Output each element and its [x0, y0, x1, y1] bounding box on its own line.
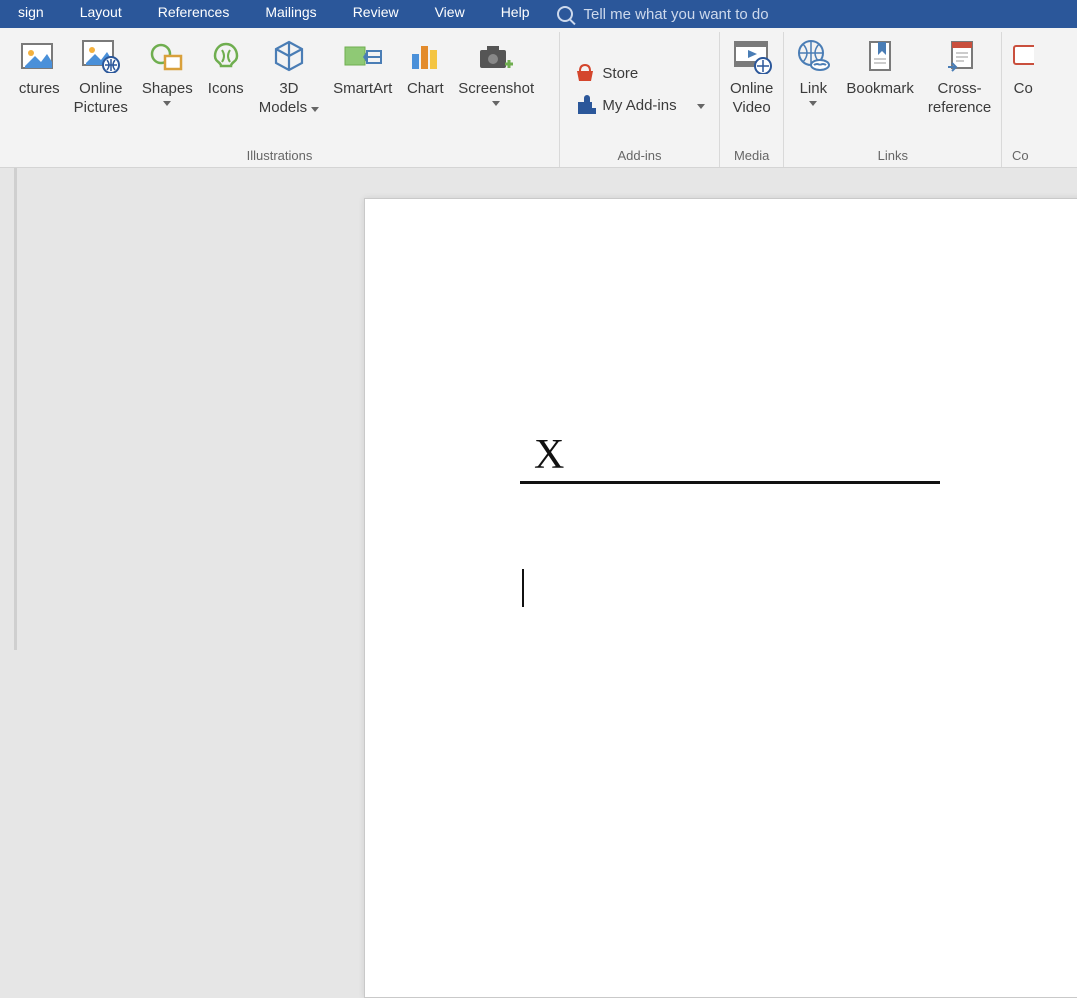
group-comments: Co Co	[1002, 32, 1038, 167]
group-label-media: Media	[734, 146, 769, 165]
link-label: Link	[800, 80, 828, 99]
screenshot-button[interactable]: Screenshot	[452, 32, 540, 106]
online-pictures-label2: Pictures	[74, 99, 128, 118]
tab-view[interactable]: View	[417, 0, 483, 28]
signature-line[interactable]: X	[520, 431, 940, 484]
crossref-label2: reference	[928, 99, 991, 118]
chevron-down-icon	[163, 101, 171, 106]
ribbon: ctures Online Pictures Shapes	[0, 28, 1077, 168]
online-pictures-icon	[81, 36, 121, 76]
comment-icon	[1012, 36, 1034, 76]
tab-design[interactable]: sign	[0, 0, 62, 28]
comment-button[interactable]: Co	[1006, 32, 1034, 99]
crossref-icon	[942, 36, 978, 76]
tell-me-search[interactable]	[547, 6, 843, 23]
my-addins-button[interactable]: My Add-ins	[570, 90, 708, 120]
bookmark-icon	[864, 36, 896, 76]
group-illustrations: ctures Online Pictures Shapes	[0, 32, 560, 167]
group-label-addins: Add-ins	[617, 146, 661, 165]
tab-layout[interactable]: Layout	[62, 0, 140, 28]
store-button[interactable]: Store	[570, 58, 642, 88]
pictures-button[interactable]: ctures	[13, 32, 66, 99]
bookmark-button[interactable]: Bookmark	[840, 32, 920, 99]
text-cursor	[522, 569, 524, 607]
video-icon	[731, 36, 773, 76]
store-icon	[574, 62, 596, 84]
icons-icon	[209, 36, 243, 76]
3d-models-button[interactable]: 3D Models	[253, 32, 325, 118]
cross-reference-button[interactable]: Cross- reference	[922, 32, 997, 118]
document-page[interactable]: X	[364, 198, 1077, 998]
online-video-label2: Video	[733, 99, 771, 118]
my-addins-label: My Add-ins	[602, 97, 676, 114]
smartart-label: SmartArt	[333, 80, 392, 99]
bookmark-label: Bookmark	[846, 80, 914, 99]
globe-link-icon	[794, 36, 832, 76]
ribbon-tabs-bar: sign Layout References Mailings Review V…	[0, 0, 1077, 28]
online-pictures-label1: Online	[79, 80, 122, 99]
addins-icon	[574, 94, 596, 116]
icons-button[interactable]: Icons	[201, 32, 251, 99]
document-canvas[interactable]: X	[0, 168, 1077, 650]
online-video-label1: Online	[730, 80, 773, 99]
group-label-comments: Co	[1012, 146, 1029, 165]
shapes-button[interactable]: Shapes	[136, 32, 199, 106]
icons-label: Icons	[208, 80, 244, 99]
chevron-down-icon	[697, 104, 705, 109]
ruler-edge	[14, 168, 17, 650]
screenshot-label: Screenshot	[458, 80, 534, 99]
store-label: Store	[602, 65, 638, 82]
camera-icon	[477, 36, 515, 76]
online-pictures-button[interactable]: Online Pictures	[68, 32, 134, 118]
group-media: Online Video Media	[720, 32, 784, 167]
group-label-illustrations: Illustrations	[247, 146, 313, 165]
tab-review[interactable]: Review	[335, 0, 417, 28]
tell-me-input[interactable]	[583, 6, 843, 23]
smartart-button[interactable]: SmartArt	[327, 32, 398, 99]
chart-button[interactable]: Chart	[400, 32, 450, 99]
link-button[interactable]: Link	[788, 32, 838, 106]
signature-x: X	[520, 431, 940, 479]
picture-icon	[21, 36, 57, 76]
signature-rule	[520, 481, 940, 484]
3d-models-label2: Models	[259, 99, 307, 118]
tab-references[interactable]: References	[140, 0, 248, 28]
pictures-label: ctures	[19, 80, 60, 99]
shapes-icon	[149, 36, 185, 76]
chevron-down-icon	[492, 101, 500, 106]
shapes-label: Shapes	[142, 80, 193, 99]
search-icon	[557, 6, 573, 22]
cube-icon	[272, 36, 306, 76]
group-links: Link Bookmark Cross- reference Links	[784, 32, 1002, 167]
chart-icon	[409, 36, 441, 76]
3d-models-label1: 3D	[279, 80, 298, 99]
online-video-button[interactable]: Online Video	[724, 32, 779, 118]
group-addins: Store My Add-ins Add-ins	[560, 32, 720, 167]
group-label-links: Links	[878, 146, 908, 165]
comment-label: Co	[1014, 80, 1033, 99]
chevron-down-icon	[311, 107, 319, 112]
tab-help[interactable]: Help	[483, 0, 548, 28]
tab-mailings[interactable]: Mailings	[247, 0, 334, 28]
crossref-label1: Cross-	[937, 80, 981, 99]
smartart-icon	[343, 36, 383, 76]
chevron-down-icon	[809, 101, 817, 106]
chart-label: Chart	[407, 80, 444, 99]
